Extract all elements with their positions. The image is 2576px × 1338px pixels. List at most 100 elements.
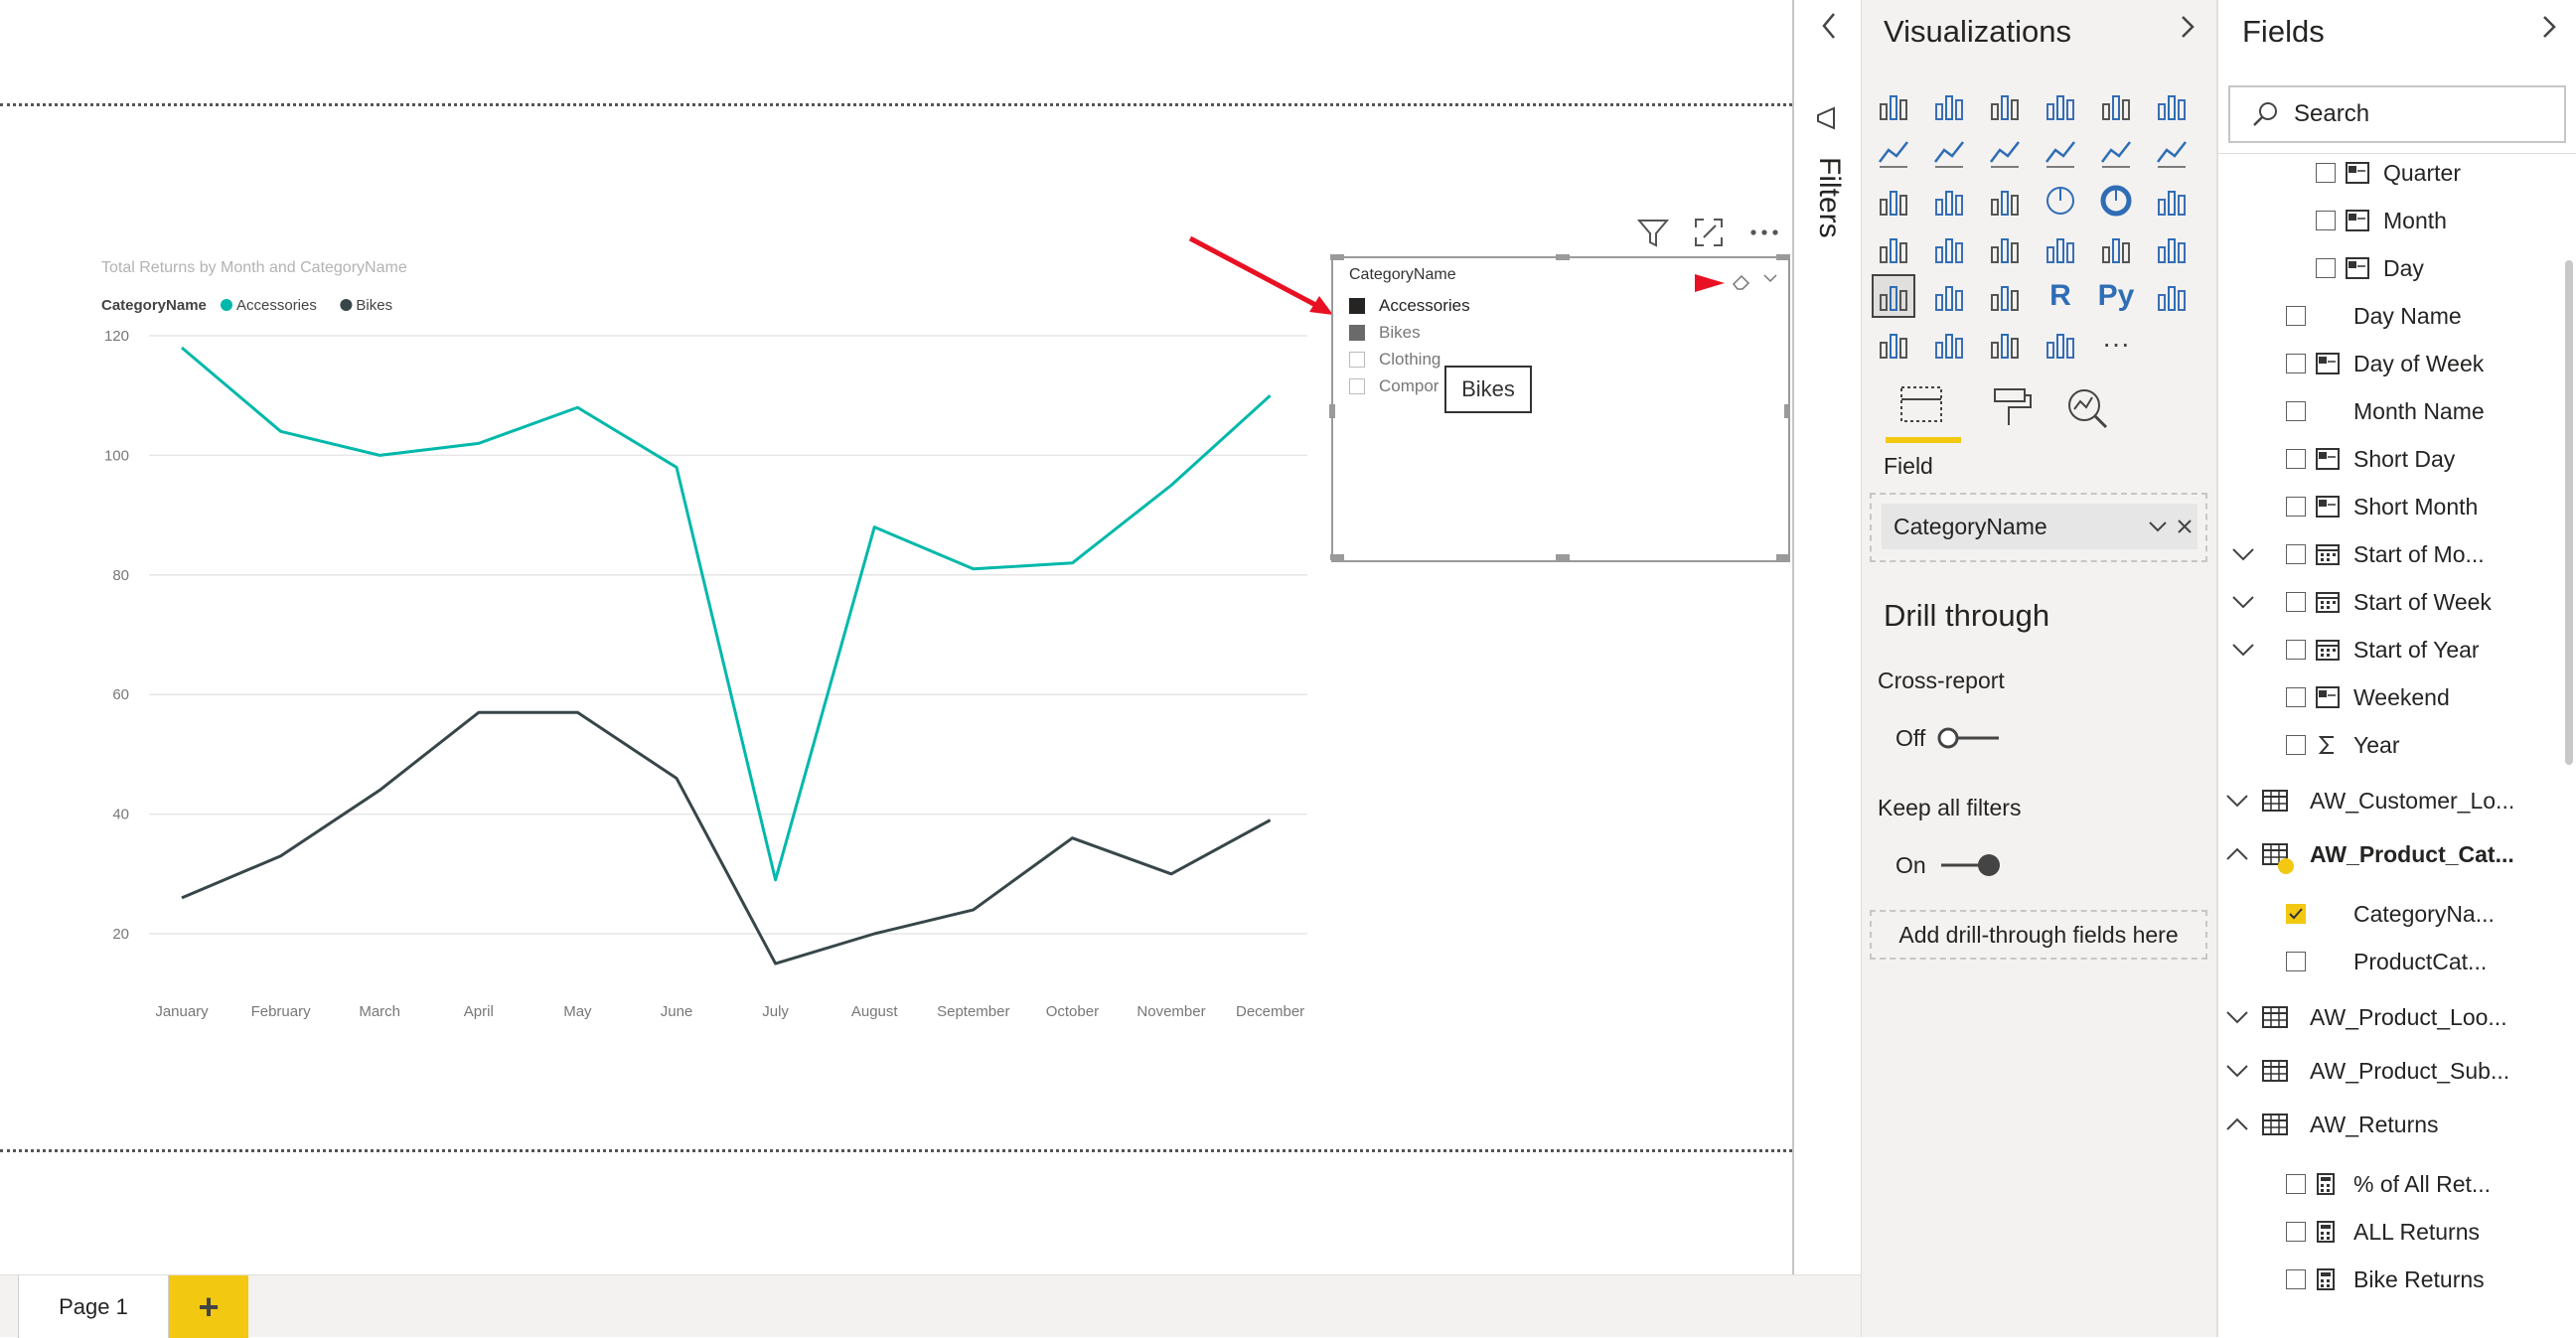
ribbon-chart-icon[interactable]: [2150, 131, 2194, 175]
scatter-chart-icon[interactable]: [1983, 179, 2027, 223]
multi-row-card-icon[interactable]: [2094, 226, 2138, 270]
checkbox-unchecked[interactable]: [2286, 497, 2306, 517]
field-row[interactable]: Start of Year: [2218, 630, 2556, 669]
field-row[interactable]: Year: [2218, 725, 2556, 765]
checkbox-unchecked[interactable]: [1349, 378, 1365, 394]
chart-series[interactable]: [181, 346, 1272, 966]
chevron-down-icon[interactable]: [2146, 516, 2170, 537]
field-row[interactable]: % of All Ret...: [2218, 1164, 2556, 1204]
line-clustered-column-icon[interactable]: [2094, 131, 2138, 175]
resize-handle[interactable]: [1556, 254, 1570, 260]
resize-handle[interactable]: [1776, 254, 1790, 260]
line-chart[interactable]: Total Returns by Month and CategoryName …: [0, 0, 1792, 1274]
100-bar-chart-icon[interactable]: [2094, 83, 2138, 127]
field-table-row[interactable]: AW_Product_Loo...: [2218, 997, 2556, 1037]
slicer-item-clothing[interactable]: Clothing: [1349, 347, 1440, 372]
kpi-icon[interactable]: [2150, 226, 2194, 270]
checkbox-hover[interactable]: [1349, 325, 1365, 341]
field-row[interactable]: Quarter: [2218, 153, 2556, 193]
chevron-up-icon[interactable]: [2222, 839, 2252, 869]
field-row[interactable]: Bike Returns: [2218, 1260, 2556, 1299]
slicer-item-bikes[interactable]: Bikes: [1349, 320, 1421, 346]
line-column-chart-icon[interactable]: [2039, 131, 2082, 175]
field-row[interactable]: Short Month: [2218, 487, 2556, 526]
stacked-column-chart-icon[interactable]: [1927, 83, 1971, 127]
checkbox-unchecked[interactable]: [2286, 1222, 2306, 1242]
field-row[interactable]: CategoryNa...: [2218, 894, 2556, 934]
qa-icon[interactable]: [1927, 322, 1971, 366]
analytics-icon[interactable]: [2058, 381, 2118, 435]
checkbox-unchecked[interactable]: [2286, 544, 2306, 564]
filled-map-icon[interactable]: [1927, 226, 1971, 270]
chevron-up-icon[interactable]: [2222, 1110, 2252, 1139]
checkbox-unchecked[interactable]: [2316, 163, 2336, 183]
chevron-down-icon[interactable]: [1760, 268, 1780, 288]
cross-report-toggle[interactable]: [1937, 725, 2003, 751]
field-well[interactable]: CategoryName: [1870, 493, 2207, 562]
drill-through-well[interactable]: Add drill-through fields here: [1870, 910, 2207, 960]
line-chart-icon[interactable]: [1872, 131, 1915, 175]
field-row[interactable]: Day Name: [2218, 296, 2556, 336]
checkbox-unchecked[interactable]: [2286, 640, 2306, 660]
chevron-left-icon[interactable]: [1814, 8, 1844, 44]
stacked-area-chart-icon[interactable]: [1983, 131, 2027, 175]
key-influencers-icon[interactable]: [2150, 274, 2194, 318]
checkbox-unchecked[interactable]: [2286, 401, 2306, 421]
field-row[interactable]: Weekend: [2218, 677, 2556, 717]
field-row[interactable]: Day of Week: [2218, 344, 2556, 383]
checkbox-unchecked[interactable]: [2286, 592, 2306, 612]
checkbox-unchecked[interactable]: [2286, 354, 2306, 373]
funnel-chart-icon[interactable]: [1927, 179, 1971, 223]
checkbox-unchecked[interactable]: [1349, 352, 1365, 368]
field-row[interactable]: ProductCat...: [2218, 942, 2556, 981]
paint-roller-icon[interactable]: [1981, 383, 2041, 433]
slicer-item-components[interactable]: Compor: [1349, 373, 1439, 399]
treemap-icon[interactable]: [2150, 179, 2194, 223]
field-table-row[interactable]: AW_Product_Sub...: [2218, 1051, 2556, 1091]
map-icon[interactable]: [1872, 226, 1915, 270]
series-line-bikes[interactable]: [181, 710, 1272, 966]
chevron-down-icon[interactable]: [2228, 539, 2258, 569]
waterfall-chart-icon[interactable]: [1872, 179, 1915, 223]
field-row[interactable]: Month Name: [2218, 391, 2556, 431]
r-visual-icon[interactable]: R: [2039, 274, 2082, 318]
more-visuals-icon[interactable]: ···: [2094, 322, 2138, 366]
chevron-down-icon[interactable]: [2228, 587, 2258, 617]
donut-chart-icon[interactable]: [2094, 179, 2138, 223]
checkbox-unchecked[interactable]: [2286, 449, 2306, 469]
report-canvas[interactable]: Total Returns by Month and CategoryName …: [0, 0, 1792, 1274]
checkbox-unchecked[interactable]: [2286, 687, 2306, 707]
keep-filters-toggle[interactable]: [1937, 852, 2003, 878]
slicer-icon[interactable]: [1872, 274, 1915, 318]
clustered-bar-chart-icon[interactable]: [1983, 83, 2027, 127]
field-table-row[interactable]: AW_Product_Cat...: [2218, 834, 2556, 874]
resize-handle[interactable]: [1330, 554, 1344, 560]
matrix-icon[interactable]: [1983, 274, 2027, 318]
chevron-down-icon[interactable]: [2222, 1002, 2252, 1032]
eraser-icon[interactable]: [1731, 270, 1752, 292]
add-page-button[interactable]: +: [169, 1275, 248, 1338]
resize-handle[interactable]: [1330, 254, 1344, 260]
smart-narrative-icon[interactable]: [1983, 322, 2027, 366]
chevron-down-icon[interactable]: [2222, 1056, 2252, 1086]
field-row[interactable]: Start of Mo...: [2218, 534, 2556, 574]
close-icon[interactable]: [2174, 516, 2196, 537]
gauge-icon[interactable]: [1983, 226, 2027, 270]
checkbox-unchecked[interactable]: [2286, 952, 2306, 971]
decomposition-tree-icon[interactable]: [1872, 322, 1915, 366]
field-table-row[interactable]: AW_Customer_Lo...: [2218, 781, 2556, 820]
chevron-right-icon[interactable]: [2175, 12, 2202, 42]
resize-handle[interactable]: [1776, 554, 1790, 560]
field-row[interactable]: Short Day: [2218, 439, 2556, 479]
search-input[interactable]: Search: [2228, 85, 2566, 143]
checkbox-checked[interactable]: [1349, 298, 1365, 314]
checkbox-unchecked[interactable]: [2286, 1269, 2306, 1289]
series-line-accessories[interactable]: [181, 346, 1272, 882]
field-table-row[interactable]: AW_Returns: [2218, 1105, 2556, 1144]
chevron-down-icon[interactable]: [2228, 635, 2258, 665]
pie-chart-icon[interactable]: [2039, 179, 2082, 223]
chevron-right-icon[interactable]: [2536, 12, 2564, 42]
resize-handle[interactable]: [1329, 404, 1335, 418]
card-icon[interactable]: [2039, 226, 2082, 270]
fields-scrollbar[interactable]: [2565, 260, 2573, 765]
